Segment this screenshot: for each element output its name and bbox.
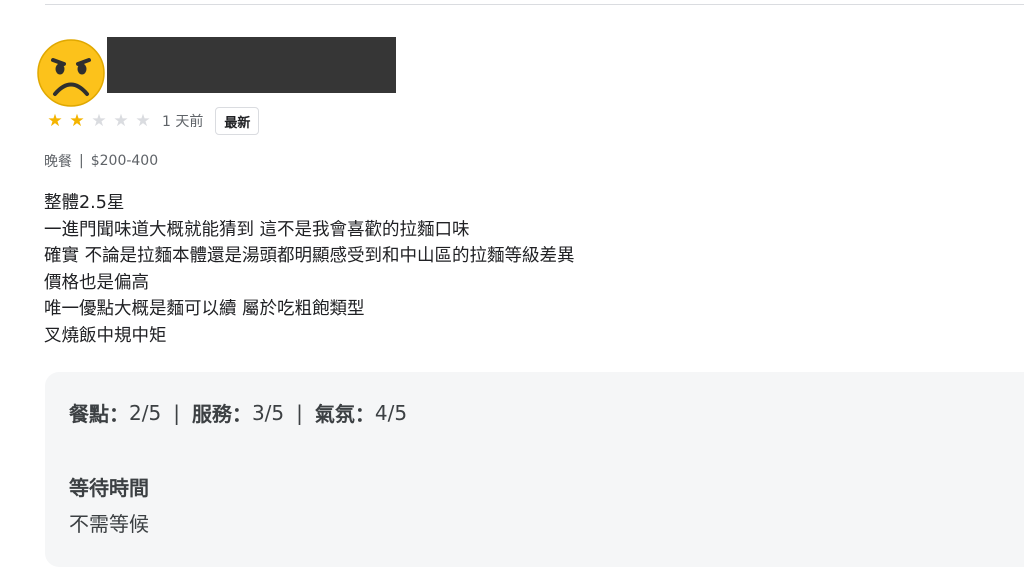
star-empty-icon: ★	[113, 110, 129, 131]
atmosphere-rating-value: 4/5	[374, 400, 408, 425]
review-line: 叉燒飯中規中矩	[44, 325, 167, 346]
star-empty-icon: ★	[91, 110, 107, 131]
review-line: 價格也是偏高	[44, 272, 149, 293]
service-rating-value: 3/5	[251, 400, 285, 425]
wait-time-value: 不需等候	[69, 512, 149, 536]
review-text: 整體2.5星 一進門聞味道大概就能猜到 這不是我會喜歡的拉麵口味 確實 不論是拉…	[44, 190, 575, 349]
food-rating-label: 餐點：	[69, 402, 129, 426]
newest-badge: 最新	[215, 107, 260, 135]
reviewer-name-redacted	[107, 37, 396, 93]
review-line: 確實 不論是拉麵本體還是湯頭都明顯感受到和中山區的拉麵等級差異	[44, 246, 575, 266]
rating-separator: |	[296, 400, 303, 425]
star-empty-icon: ★	[135, 110, 151, 131]
meal-type: 晚餐	[44, 154, 72, 170]
review-line: 整體2.5星	[44, 193, 125, 213]
rating-separator: |	[173, 400, 180, 425]
reviewer-avatar[interactable]	[36, 38, 106, 108]
top-divider	[45, 4, 1024, 5]
star-rating: ★ ★ ★ ★ ★	[44, 110, 154, 131]
review-time: 1 天前	[162, 114, 204, 130]
meal-separator: |	[79, 153, 84, 169]
review-line: 唯一優點大概是麵可以續 屬於吃粗飽類型	[44, 299, 365, 319]
review-meta-row: ★ ★ ★ ★ ★ 1 天前 最新	[44, 104, 260, 138]
atmosphere-rating-label: 氣氛：	[314, 402, 375, 426]
review-line: 一進門聞味道大概就能猜到 這不是我會喜歡的拉麵口味	[44, 219, 470, 240]
sad-face-emoji-icon	[37, 39, 105, 107]
wait-time-title: 等待時間	[69, 476, 149, 500]
meal-info-row: 晚餐 | $200-400	[44, 151, 158, 171]
sub-ratings: 餐點： 2/5 | 服務： 3/5 | 氣氛： 4/5	[69, 398, 407, 427]
review-details-card: 餐點： 2/5 | 服務： 3/5 | 氣氛： 4/5 等待時間 不需等候	[45, 372, 1024, 567]
price-range: $200-400	[90, 153, 159, 169]
food-rating-value: 2/5	[129, 400, 162, 425]
service-rating-label: 服務：	[191, 402, 252, 426]
star-filled-icon: ★	[47, 110, 63, 131]
star-filled-icon: ★	[69, 110, 85, 131]
